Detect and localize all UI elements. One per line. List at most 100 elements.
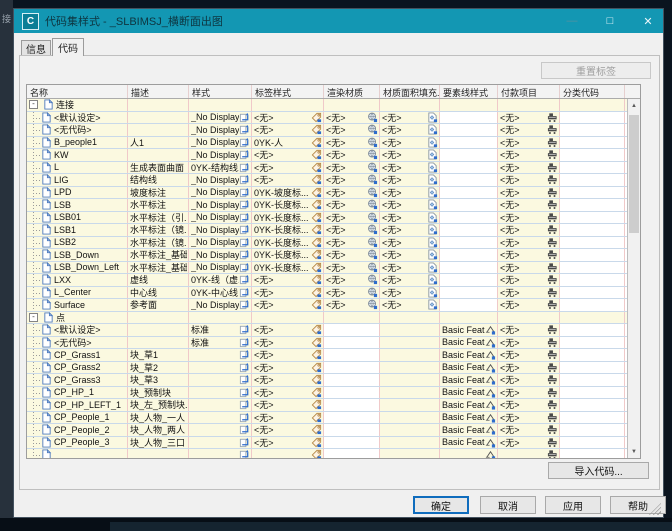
cell-pay_item[interactable]: <无> [498,287,560,299]
column-header-label_style[interactable]: 标签样式 [252,85,324,98]
material-fill-icon[interactable] [427,162,438,173]
label-style-icon[interactable] [311,124,322,135]
table-row[interactable]: L_Center中心线0YK-中心线<无><无><无><无> [27,287,627,300]
cell-style[interactable]: 0YK-线（虚... [189,274,252,286]
cell-feature_line[interactable] [440,199,498,211]
cell-style[interactable]: _No Display [189,237,252,249]
cell-pay_item[interactable]: <无> [498,249,560,261]
cell-class_code[interactable] [560,224,625,236]
cell-feature_line[interactable] [440,224,498,236]
cell-class_code[interactable] [560,337,625,349]
cell-style[interactable]: _No Display [189,249,252,261]
cell-style[interactable]: _No Display [189,112,252,124]
cell-class_code[interactable] [560,174,625,186]
cell-label_style[interactable]: <无> [252,399,324,411]
cell-pay_item[interactable] [498,99,560,111]
cell-desc[interactable]: 块_左_预制块... [128,399,189,411]
cell-desc[interactable]: 块_人物_两人 [128,424,189,436]
cell-label_style[interactable]: <无> [252,424,324,436]
cell-class_code[interactable] [560,237,625,249]
feature-line-icon[interactable] [485,337,496,348]
cell-style[interactable]: _No Display [189,212,252,224]
cell-material_fill[interactable]: <无> [380,199,440,211]
style-picker-icon[interactable] [239,237,250,248]
maximize-icon[interactable]: □ [603,15,617,27]
cell-material_fill[interactable]: <无> [380,162,440,174]
cell-render_material[interactable]: <无> [324,174,380,186]
pay-item-icon[interactable] [547,174,558,185]
style-picker-icon[interactable] [239,199,250,210]
cell-feature_line[interactable] [440,237,498,249]
cell-label_style[interactable]: 0YK-长度标... [252,224,324,236]
cell-class_code[interactable] [560,349,625,361]
cell-desc[interactable] [128,149,189,161]
collapse-expander-icon[interactable]: - [29,313,38,322]
render-material-icon[interactable] [367,212,378,223]
cell-name[interactable]: L_Center [27,287,128,299]
cell-render_material[interactable]: <无> [324,212,380,224]
style-picker-icon[interactable] [239,149,250,160]
scroll-down-icon[interactable]: ▼ [628,445,640,458]
cell-material_fill[interactable] [380,412,440,424]
cell-name[interactable]: CP_Grass2 [27,362,128,374]
cell-style[interactable]: _No Display [189,224,252,236]
cell-desc[interactable] [128,124,189,136]
cell-class_code[interactable] [560,149,625,161]
cell-label_style[interactable]: <无> [252,437,324,449]
style-picker-icon[interactable] [239,112,250,123]
cell-feature_line[interactable] [440,274,498,286]
cell-material_fill[interactable] [380,449,440,458]
cell-pay_item[interactable]: <无> [498,324,560,336]
cell-pay_item[interactable]: <无> [498,224,560,236]
cell-pay_item[interactable]: <无> [498,174,560,186]
column-header-pay_item[interactable]: 付款项目 [498,85,560,98]
cell-feature_line[interactable] [440,137,498,149]
cell-feature_line[interactable] [440,287,498,299]
cell-name[interactable]: LPD [27,187,128,199]
pay-item-icon[interactable] [547,374,558,385]
group-row[interactable]: -点 [27,312,627,325]
cell-pay_item[interactable]: <无> [498,274,560,286]
cell-desc[interactable]: 结构线 [128,174,189,186]
cell-style[interactable] [189,424,252,436]
cell-label_style[interactable]: <无> [252,287,324,299]
cell-pay_item[interactable] [498,449,560,458]
cell-desc[interactable]: 水平标注（引... [128,212,189,224]
cell-desc[interactable]: 中心线 [128,287,189,299]
table-row[interactable]: CP_Grass3块_草3<无>Basic Featu...<无> [27,374,627,387]
render-material-icon[interactable] [367,274,378,285]
cell-feature_line[interactable] [440,112,498,124]
cell-desc[interactable] [128,449,189,458]
cell-material_fill[interactable]: <无> [380,274,440,286]
feature-line-icon[interactable] [485,387,496,398]
pay-item-icon[interactable] [547,112,558,123]
pay-item-icon[interactable] [547,349,558,360]
material-fill-icon[interactable] [427,287,438,298]
cell-pay_item[interactable]: <无> [498,437,560,449]
cell-pay_item[interactable]: <无> [498,262,560,274]
cell-style[interactable] [189,412,252,424]
cell-material_fill[interactable]: <无> [380,124,440,136]
pay-item-icon[interactable] [547,237,558,248]
style-picker-icon[interactable] [239,399,250,410]
column-header-material_fill[interactable]: 材质面积填充.. [380,85,440,98]
pay-item-icon[interactable] [547,362,558,373]
cell-pay_item[interactable] [498,312,560,324]
cell-label_style[interactable]: <无> [252,349,324,361]
label-style-icon[interactable] [311,187,322,198]
cell-feature_line[interactable]: Basic Featu... [440,337,498,349]
table-row[interactable]: LPD坡度标注_No Display0YK-坡度标...<无><无><无> [27,187,627,200]
cell-name[interactable] [27,449,128,458]
cell-label_style[interactable]: <无> [252,299,324,311]
cell-render_material[interactable]: <无> [324,162,380,174]
collapse-expander-icon[interactable]: - [29,100,38,109]
cell-label_style[interactable]: <无> [252,337,324,349]
label-style-icon[interactable] [311,137,322,148]
table-row[interactable]: LSB2水平标注（镜..._No Display0YK-长度标...<无><无>… [27,237,627,250]
render-material-icon[interactable] [367,137,378,148]
table-row[interactable]: LIG结构线_No Display<无><无><无><无> [27,174,627,187]
cell-class_code[interactable] [560,437,625,449]
cell-desc[interactable] [128,324,189,336]
pay-item-icon[interactable] [547,162,558,173]
cell-class_code[interactable] [560,449,625,458]
